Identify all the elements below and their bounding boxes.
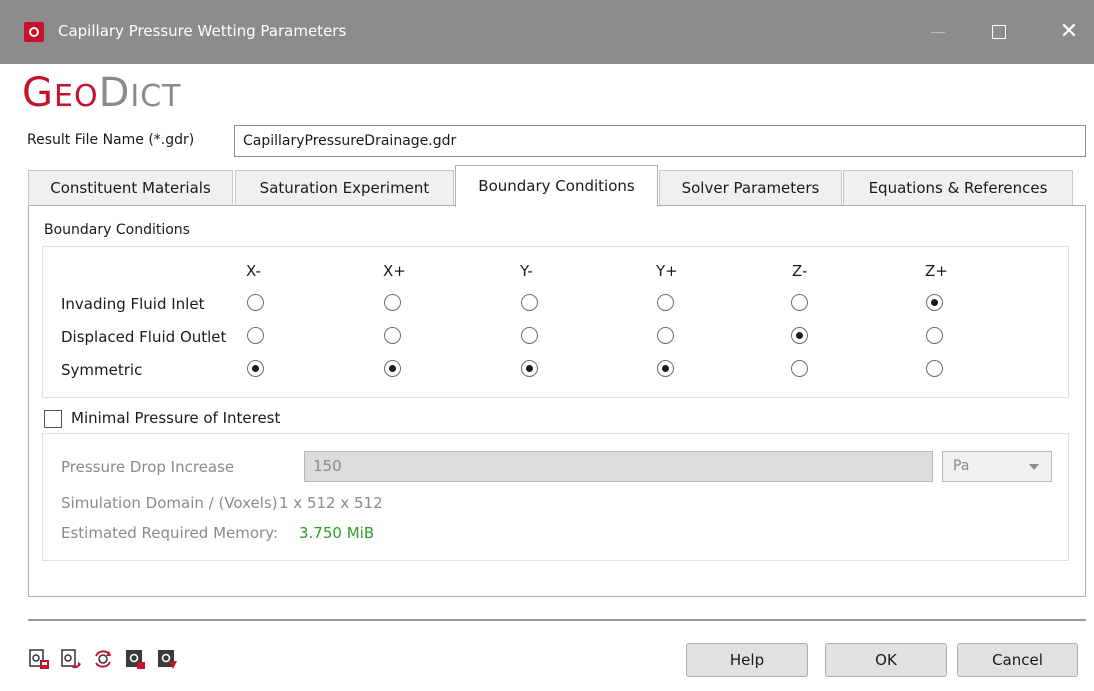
radio-outlet-x-plus[interactable] — [384, 327, 401, 344]
load-settings-icon[interactable] — [28, 648, 50, 670]
row-label-invading-fluid-inlet: Invading Fluid Inlet — [61, 295, 205, 313]
unit-select[interactable]: Pa — [942, 451, 1052, 482]
radio-inlet-z-plus[interactable] — [926, 294, 943, 311]
reset-settings-icon[interactable] — [92, 648, 114, 670]
tab-saturation-experiment[interactable]: Saturation Experiment — [235, 170, 454, 206]
boundary-conditions-group — [42, 246, 1069, 398]
simulation-domain-label: Simulation Domain / (Voxels) — [61, 494, 278, 512]
radio-inlet-x-minus[interactable] — [247, 294, 264, 311]
export-settings-icon[interactable] — [156, 648, 178, 670]
col-header-z-plus: Z+ — [925, 262, 948, 280]
pressure-drop-input[interactable]: 150 — [304, 451, 933, 482]
radio-outlet-y-plus[interactable] — [657, 327, 674, 344]
radio-inlet-z-minus[interactable] — [791, 294, 808, 311]
row-label-displaced-fluid-outlet: Displaced Fluid Outlet — [61, 328, 227, 346]
unit-select-value: Pa — [953, 458, 970, 474]
radio-inlet-x-plus[interactable] — [384, 294, 401, 311]
maximize-button[interactable] — [975, 0, 1021, 64]
result-file-label: Result File Name (*.gdr) — [27, 132, 195, 148]
radio-symmetric-y-plus[interactable] — [657, 360, 674, 377]
radio-symmetric-z-minus[interactable] — [791, 360, 808, 377]
radio-symmetric-x-plus[interactable] — [384, 360, 401, 377]
cancel-button[interactable]: Cancel — [957, 643, 1078, 677]
close-button[interactable]: ✕ — [1046, 0, 1092, 64]
simulation-domain-value: 1 x 512 x 512 — [279, 494, 383, 512]
col-header-y-minus: Y- — [520, 262, 533, 280]
row-label-symmetric: Symmetric — [61, 361, 143, 379]
tab-solver-parameters[interactable]: Solver Parameters — [659, 170, 842, 206]
radio-symmetric-z-plus[interactable] — [926, 360, 943, 377]
minimize-button[interactable] — [915, 0, 961, 64]
col-header-z-minus: Z- — [792, 262, 808, 280]
col-header-y-plus: Y+ — [656, 262, 678, 280]
result-file-input[interactable] — [234, 125, 1086, 157]
radio-outlet-z-plus[interactable] — [926, 327, 943, 344]
boundary-conditions-title: Boundary Conditions — [44, 222, 190, 238]
col-header-x-minus: X- — [246, 262, 261, 280]
tab-constituent-materials[interactable]: Constituent Materials — [28, 170, 233, 206]
radio-symmetric-x-minus[interactable] — [247, 360, 264, 377]
radio-symmetric-y-minus[interactable] — [521, 360, 538, 377]
window-title: Capillary Pressure Wetting Parameters — [58, 22, 347, 40]
title-bar: Capillary Pressure Wetting Parameters ✕ — [0, 0, 1094, 64]
geodict-logo: GEODICT — [22, 70, 182, 116]
minimal-pressure-checkbox[interactable] — [44, 410, 62, 428]
estimated-memory-value: 3.750 MiB — [299, 524, 375, 542]
minimal-pressure-label: Minimal Pressure of Interest — [71, 409, 281, 427]
col-header-x-plus: X+ — [383, 262, 406, 280]
footer-separator — [28, 619, 1086, 621]
app-icon — [24, 22, 44, 42]
pressure-drop-label: Pressure Drop Increase — [61, 458, 235, 476]
ok-button[interactable]: OK — [825, 643, 947, 677]
estimated-memory-label: Estimated Required Memory: — [61, 524, 279, 542]
tab-boundary-conditions[interactable]: Boundary Conditions — [455, 165, 658, 207]
save-settings-icon[interactable] — [60, 648, 82, 670]
tab-equations-references[interactable]: Equations & References — [843, 170, 1073, 206]
help-button[interactable]: Help — [686, 643, 808, 677]
radio-inlet-y-minus[interactable] — [521, 294, 538, 311]
radio-inlet-y-plus[interactable] — [657, 294, 674, 311]
import-settings-icon[interactable] — [124, 648, 146, 670]
radio-outlet-y-minus[interactable] — [521, 327, 538, 344]
radio-outlet-z-minus[interactable] — [791, 327, 808, 344]
chevron-down-icon — [1029, 464, 1039, 470]
radio-outlet-x-minus[interactable] — [247, 327, 264, 344]
